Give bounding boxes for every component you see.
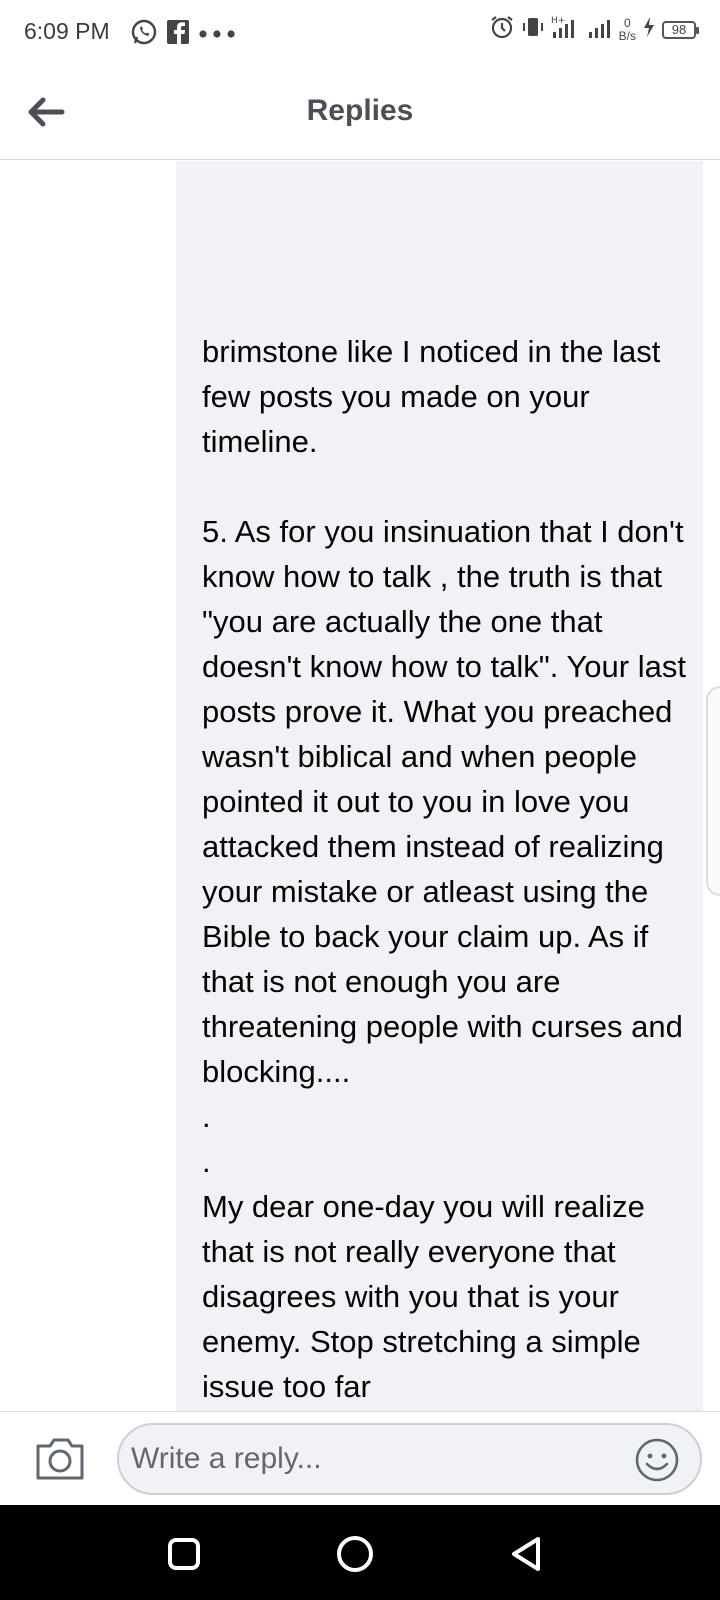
reply-text: brimstone like I noticed in the last few… (202, 329, 692, 1409)
vibrate-icon (521, 15, 545, 44)
signal-icon: H+ (551, 14, 581, 45)
recent-apps-button[interactable] (162, 1532, 206, 1576)
more-dots-icon (198, 26, 238, 44)
charging-icon (642, 16, 656, 43)
notification-icons (130, 18, 238, 51)
alarm-icon (489, 14, 515, 45)
emoji-button[interactable] (634, 1437, 680, 1483)
net-speed: 0 B/s (618, 15, 636, 43)
svg-text:H+: H+ (551, 16, 565, 26)
battery-icon: 98 (662, 20, 699, 39)
facebook-icon (166, 19, 190, 50)
status-bar: 6:09 PM H+ 0 B/s 98 (0, 0, 720, 64)
reply-paragraph: 5. As for you insinuation that I don't k… (202, 514, 686, 1089)
signal-icon-2 (587, 14, 613, 45)
reply-paragraph (202, 464, 692, 509)
reply-paragraph: . (202, 1144, 211, 1179)
whatsapp-icon (130, 18, 158, 51)
reply-input-wrapper (117, 1423, 702, 1495)
scroll-handle[interactable] (706, 686, 720, 896)
reply-input[interactable] (131, 1435, 611, 1483)
recent-apps-icon (168, 1538, 200, 1570)
home-button[interactable] (333, 1532, 377, 1576)
reply-paragraph: . (202, 1099, 211, 1134)
page-title: Replies (306, 94, 414, 127)
home-icon (337, 1536, 373, 1572)
header: Replies (0, 64, 720, 160)
system-status-icons: H+ 0 B/s 98 (489, 14, 699, 45)
navigation-bar (0, 1505, 720, 1600)
reply-composer (0, 1411, 720, 1505)
reply-paragraph: brimstone like I noticed in the last few… (202, 334, 661, 459)
status-time: 6:09 PM (24, 18, 110, 44)
camera-button[interactable] (34, 1434, 86, 1482)
back-icon (512, 1537, 540, 1571)
reply-bubble: brimstone like I noticed in the last few… (176, 161, 703, 1411)
nav-back-button[interactable] (504, 1532, 548, 1576)
net-speed-value: 0 (623, 15, 631, 30)
replies-thread[interactable]: brimstone like I noticed in the last few… (0, 161, 720, 1411)
net-speed-unit: B/s (618, 28, 636, 43)
camera-icon (36, 1438, 84, 1480)
emoji-icon (635, 1438, 679, 1482)
reply-paragraph: My dear one-day you will realize that is… (202, 1189, 645, 1404)
